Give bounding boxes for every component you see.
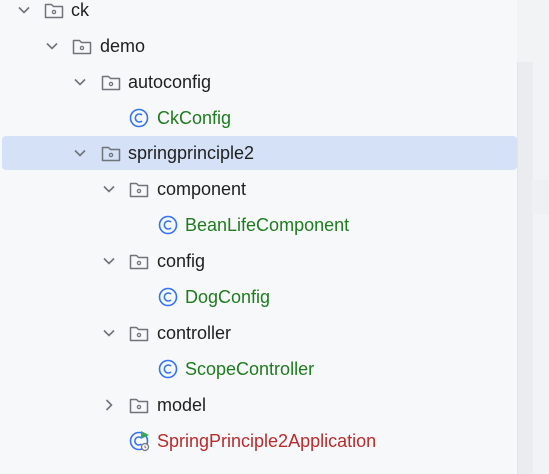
tree-row-label: config bbox=[157, 251, 206, 271]
tree-row-model[interactable]: model bbox=[0, 387, 517, 423]
package-folder-icon bbox=[43, 0, 65, 21]
scrollbar-thumb[interactable] bbox=[517, 62, 533, 474]
chevron-down-icon[interactable] bbox=[73, 146, 87, 160]
chevron-down-icon[interactable] bbox=[102, 182, 116, 196]
editor-edge-strip bbox=[532, 180, 549, 214]
project-tree: ck demo autoconfig CkConfig springprinci… bbox=[0, 0, 517, 474]
class-icon bbox=[157, 358, 179, 380]
tree-row-demo[interactable]: demo bbox=[0, 28, 517, 64]
tree-row-springprinciple2application[interactable]: SpringPrinciple2Application bbox=[0, 423, 517, 459]
package-folder-icon bbox=[100, 71, 122, 93]
tree-row-ck[interactable]: ck bbox=[0, 0, 517, 28]
tree-row-beanlifecomponent[interactable]: BeanLifeComponent bbox=[0, 207, 517, 243]
tree-row-autoconfig[interactable]: autoconfig bbox=[0, 64, 517, 100]
tree-row-label: BeanLifeComponent bbox=[185, 215, 350, 235]
class-icon bbox=[157, 286, 179, 308]
tree-row-controller[interactable]: controller bbox=[0, 315, 517, 351]
package-folder-icon bbox=[71, 35, 93, 57]
tree-row-dogconfig[interactable]: DogConfig bbox=[0, 279, 517, 315]
chevron-right-icon[interactable] bbox=[102, 398, 116, 412]
tree-row-config[interactable]: config bbox=[0, 243, 517, 279]
tree-row-label: ScopeController bbox=[185, 359, 315, 379]
tree-row-label: DogConfig bbox=[185, 287, 271, 307]
tree-row-label: model bbox=[157, 395, 207, 415]
chevron-down-icon[interactable] bbox=[73, 75, 87, 89]
package-folder-icon bbox=[128, 178, 150, 200]
tree-row-ckconfig[interactable]: CkConfig bbox=[0, 100, 517, 136]
chevron-down-icon[interactable] bbox=[102, 326, 116, 340]
tree-row-label: controller bbox=[157, 323, 232, 343]
class-icon bbox=[157, 214, 179, 236]
class-icon bbox=[128, 107, 150, 129]
runnable-class-icon bbox=[128, 430, 150, 452]
tree-row-label: autoconfig bbox=[128, 72, 212, 92]
chevron-down-icon[interactable] bbox=[45, 39, 59, 53]
chevron-down-icon[interactable] bbox=[17, 3, 31, 17]
tree-row-component[interactable]: component bbox=[0, 171, 517, 207]
chevron-down-icon[interactable] bbox=[102, 254, 116, 268]
tree-row-label: demo bbox=[100, 36, 146, 56]
tree-row-label: ck bbox=[71, 0, 89, 20]
tree-row-label: component bbox=[157, 179, 247, 199]
tree-row-label: SpringPrinciple2Application bbox=[157, 431, 377, 451]
package-folder-icon bbox=[128, 394, 150, 416]
tree-row-label: CkConfig bbox=[157, 108, 232, 128]
tree-row-springprinciple2[interactable]: springprinciple2 bbox=[0, 135, 517, 171]
package-folder-icon bbox=[128, 322, 150, 344]
package-folder-icon bbox=[100, 142, 122, 164]
tree-row-label: springprinciple2 bbox=[128, 143, 255, 163]
tree-row-scopecontroller[interactable]: ScopeController bbox=[0, 351, 517, 387]
package-folder-icon bbox=[128, 250, 150, 272]
